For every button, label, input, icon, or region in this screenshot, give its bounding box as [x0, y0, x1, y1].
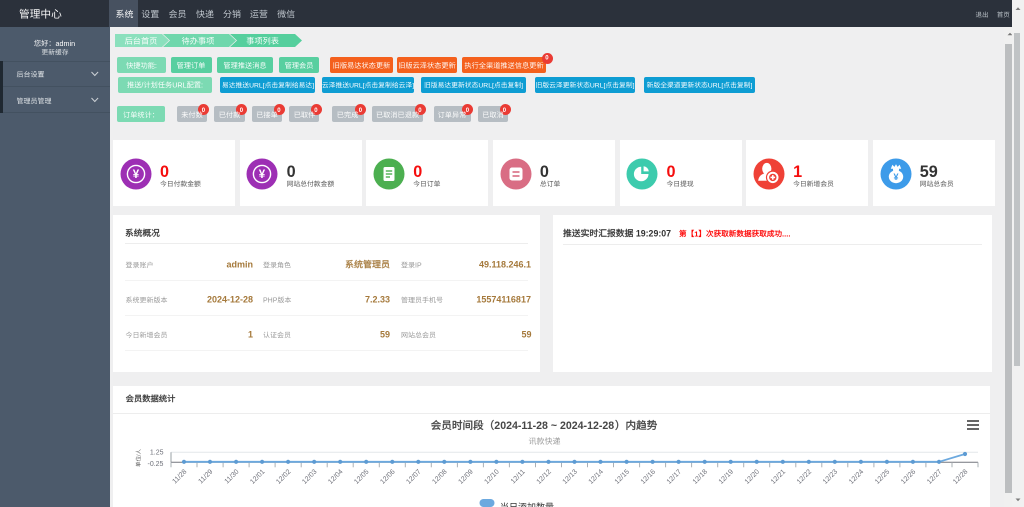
- svg-text:¥: ¥: [893, 172, 898, 182]
- svg-text:¥: ¥: [133, 169, 140, 181]
- svg-text:¥: ¥: [259, 169, 266, 181]
